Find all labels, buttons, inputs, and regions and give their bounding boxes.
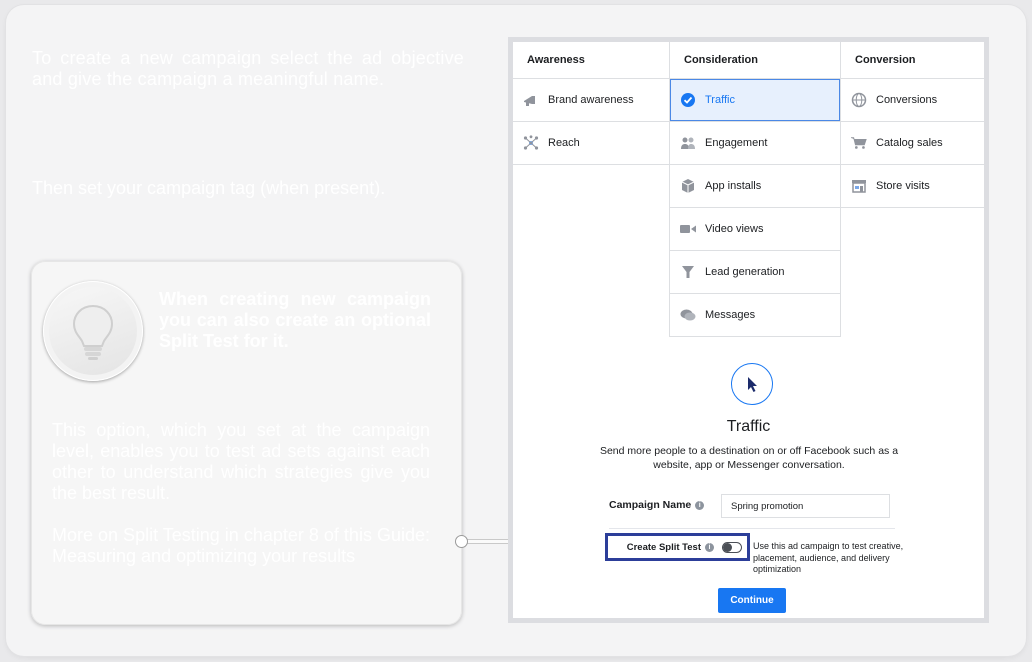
column-awareness: Awareness Brand awareness Reach	[513, 42, 669, 165]
objective-detail-badge	[731, 363, 773, 405]
split-test-highlight: Create Split Test i	[605, 533, 750, 561]
objective-reach[interactable]: Reach	[513, 122, 669, 165]
facebook-ads-screenshot: Awareness Brand awareness Reach Consider…	[508, 37, 989, 623]
campaign-name-label: Campaign Name i	[609, 499, 705, 511]
toggle-knob	[723, 542, 732, 552]
connector-start-dot	[455, 535, 468, 548]
intro-text: To create a new campaign select the ad o…	[32, 48, 464, 89]
video-icon	[680, 221, 696, 237]
objective-app-installs[interactable]: App installs	[669, 165, 841, 208]
box-icon	[680, 178, 696, 194]
objective-traffic[interactable]: Traffic	[669, 79, 841, 122]
form-divider	[609, 528, 895, 529]
megaphone-icon	[523, 92, 539, 108]
people-icon	[680, 135, 696, 151]
split-test-toggle[interactable]	[722, 541, 742, 553]
objective-catalog-sales[interactable]: Catalog sales	[841, 122, 984, 165]
column-header-awareness: Awareness	[513, 42, 669, 79]
check-circle-icon	[680, 92, 696, 108]
tip-headline: When creating new campaign you can also …	[159, 289, 431, 351]
objective-detail-description: Send more people to a destination on or …	[599, 445, 899, 471]
reach-icon	[523, 135, 539, 151]
column-conversion: Conversion Conversions Catalog sales Sto…	[841, 42, 984, 208]
tip-body: This option, which you set at the campai…	[52, 420, 430, 503]
lightbulb-badge	[43, 281, 143, 381]
continue-button[interactable]: Continue	[718, 588, 786, 613]
cursor-icon	[748, 377, 757, 392]
tip-card: When creating new campaign you can also …	[31, 261, 462, 625]
column-header-conversion: Conversion	[841, 42, 984, 79]
info-icon[interactable]: i	[695, 500, 705, 510]
intro-subtext: Then set your campaign tag (when present…	[32, 178, 386, 198]
column-header-consideration: Consideration	[669, 42, 841, 79]
objective-store-visits[interactable]: Store visits	[841, 165, 984, 208]
tip-more-link[interactable]: More on Split Testing in chapter 8 of th…	[52, 525, 430, 567]
objective-conversions[interactable]: Conversions	[841, 79, 984, 122]
campaign-name-input[interactable]	[721, 494, 890, 518]
side-watermark	[1003, 388, 1019, 620]
split-test-label: Create Split Test i	[627, 542, 714, 553]
objective-messages[interactable]: Messages	[669, 294, 841, 337]
column-consideration: Consideration Traffic Engagement App ins…	[669, 42, 841, 337]
info-icon[interactable]: i	[705, 542, 714, 552]
chat-icon	[680, 307, 696, 323]
store-icon	[851, 178, 867, 194]
objective-brand-awareness[interactable]: Brand awareness	[513, 79, 669, 122]
lightbulb-icon	[72, 304, 114, 360]
cart-icon	[851, 135, 867, 151]
split-test-description: Use this ad campaign to test creative, p…	[753, 541, 904, 574]
objective-lead-generation[interactable]: Lead generation	[669, 251, 841, 294]
funnel-icon	[680, 264, 696, 280]
objective-engagement[interactable]: Engagement	[669, 122, 841, 165]
objective-detail-title: Traffic	[726, 418, 771, 435]
globe-icon	[851, 92, 867, 108]
objective-video-views[interactable]: Video views	[669, 208, 841, 251]
